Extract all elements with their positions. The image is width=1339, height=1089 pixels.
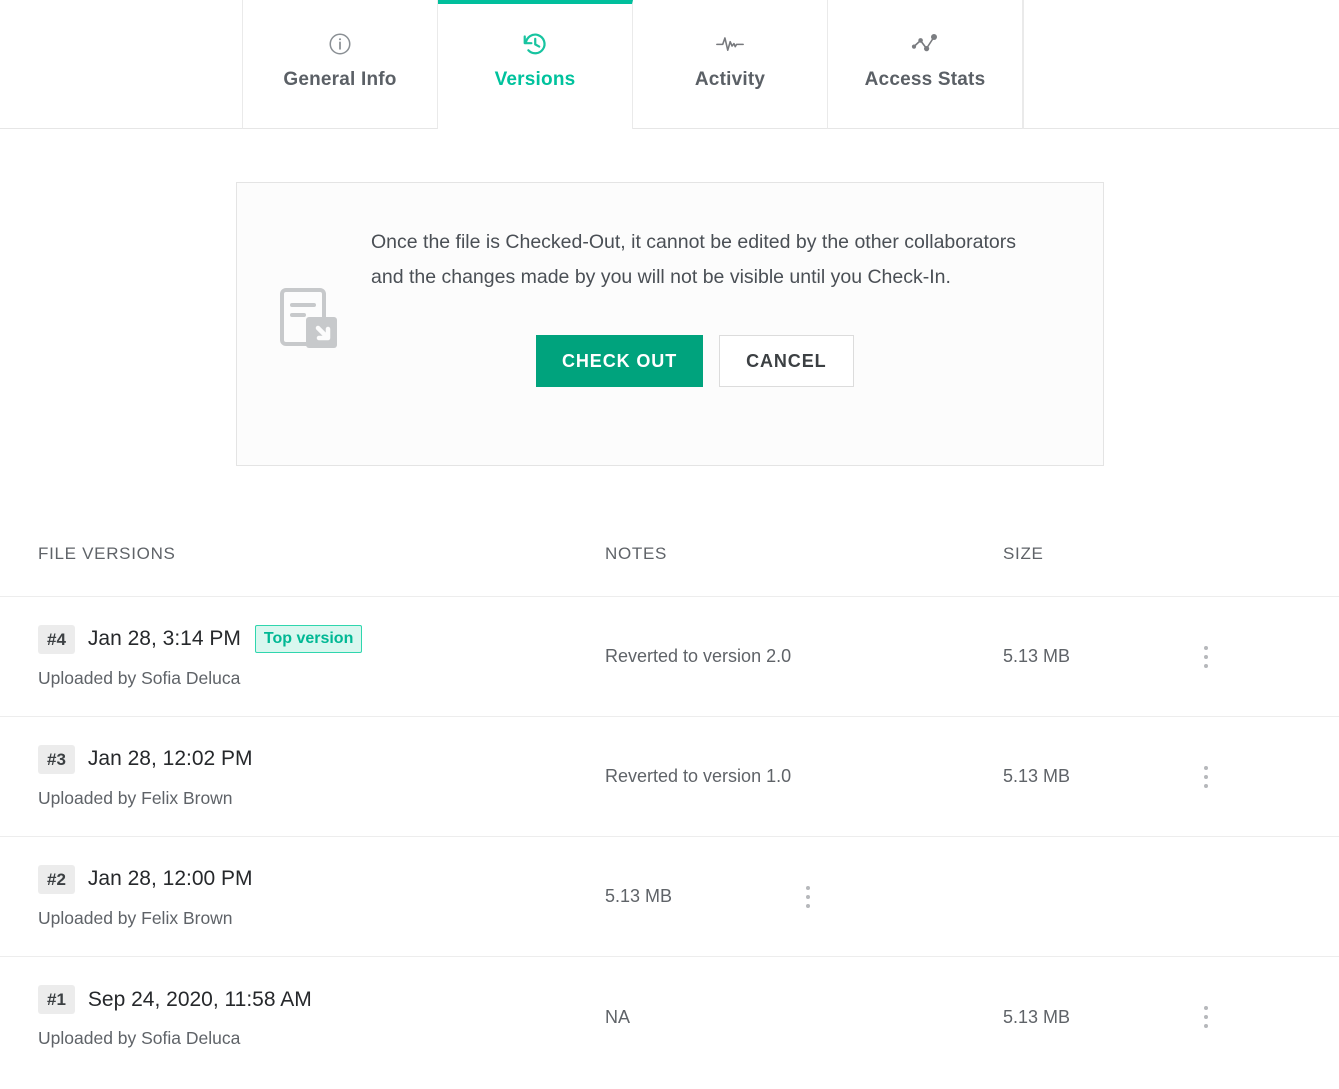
check-out-button[interactable]: CHECK OUT: [536, 335, 704, 387]
table-row[interactable]: #4 Jan 28, 3:14 PM Top version Uploaded …: [0, 597, 1339, 717]
more-vertical-icon[interactable]: [1193, 645, 1219, 668]
table-header-row: FILE VERSIONS NOTES SIZE: [0, 512, 1339, 597]
scatter-chart-icon: [910, 29, 940, 59]
tab-activity[interactable]: Activity: [633, 0, 828, 129]
info-circle-icon: [327, 29, 353, 59]
tab-activity-label: Activity: [694, 69, 766, 90]
history-restore-icon: [521, 29, 549, 59]
check-out-actions: CHECK OUT CANCEL: [371, 335, 1061, 387]
version-number: #2: [38, 864, 75, 894]
column-header-size: SIZE: [1003, 544, 1044, 563]
tab-versions[interactable]: Versions: [438, 0, 633, 129]
version-uploader: Uploaded by Felix Brown: [38, 907, 233, 928]
version-main-line: #3 Jan 28, 12:02 PM: [38, 744, 605, 774]
version-cell: #3 Jan 28, 12:02 PM Uploaded by Felix Br…: [0, 744, 605, 809]
table-row[interactable]: #2 Jan 28, 12:00 PM Uploaded by Felix Br…: [0, 837, 1339, 957]
top-version-badge: Top version: [254, 625, 363, 653]
version-notes: Reverted to version 1.0: [605, 766, 792, 786]
tab-bar-left-filler: [0, 0, 243, 129]
version-number: #1: [38, 985, 75, 1014]
version-uploader: Uploaded by Sofia Deluca: [38, 667, 241, 688]
check-out-body: Once the file is Checked-Out, it cannot …: [371, 225, 1061, 387]
more-vertical-icon[interactable]: [1193, 1006, 1219, 1028]
tab-bar-right-filler: [1023, 0, 1339, 129]
column-header-file-versions: FILE VERSIONS: [38, 544, 176, 563]
version-size: 5.13 MB: [1003, 766, 1071, 786]
version-size: 5.13 MB: [605, 886, 673, 906]
version-size: 5.13 MB: [1003, 646, 1071, 666]
tab-access-stats[interactable]: Access Stats: [828, 0, 1023, 129]
pulse-activity-icon: [715, 29, 745, 59]
more-vertical-icon[interactable]: [795, 885, 821, 908]
version-date: Jan 28, 12:00 PM: [87, 867, 253, 890]
tab-general-info[interactable]: General Info: [243, 0, 438, 129]
tab-general-info-label: General Info: [283, 69, 397, 90]
version-notes: NA: [605, 1006, 631, 1027]
column-header-notes: NOTES: [605, 544, 668, 563]
version-notes: Reverted to version 2.0: [605, 646, 792, 666]
version-cell: #2 Jan 28, 12:00 PM Uploaded by Felix Br…: [0, 864, 605, 929]
table-row[interactable]: #3 Jan 28, 12:02 PM Uploaded by Felix Br…: [0, 717, 1339, 837]
check-out-message: Once the file is Checked-Out, it cannot …: [371, 231, 1016, 288]
row-actions-cell: [1193, 765, 1339, 788]
version-cell: #1 Sep 24, 2020, 11:58 AM Uploaded by So…: [0, 985, 605, 1049]
check-out-panel: Once the file is Checked-Out, it cannot …: [236, 182, 1104, 466]
row-actions-cell: [1193, 645, 1339, 668]
table-row[interactable]: #1 Sep 24, 2020, 11:58 AM Uploaded by So…: [0, 957, 1339, 1077]
more-vertical-icon[interactable]: [1193, 765, 1219, 788]
version-number: #4: [38, 624, 75, 654]
tab-versions-label: Versions: [494, 69, 576, 90]
row-actions-cell: [795, 885, 1339, 908]
version-size: 5.13 MB: [1003, 1006, 1071, 1027]
version-date: Jan 28, 12:02 PM: [87, 747, 253, 770]
cancel-button[interactable]: CANCEL: [719, 335, 854, 387]
version-main-line: #1 Sep 24, 2020, 11:58 AM: [38, 985, 605, 1014]
version-cell: #4 Jan 28, 3:14 PM Top version Uploaded …: [0, 624, 605, 689]
version-main-line: #4 Jan 28, 3:14 PM Top version: [38, 624, 605, 654]
version-date: Jan 28, 3:14 PM: [87, 627, 241, 650]
document-check-out-icon: [273, 283, 345, 360]
tab-access-stats-label: Access Stats: [864, 69, 986, 90]
row-actions-cell: [1193, 1006, 1339, 1028]
file-versions-table: FILE VERSIONS NOTES SIZE #4 Jan 28, 3:14…: [0, 512, 1339, 1077]
version-number: #3: [38, 744, 75, 774]
version-date: Sep 24, 2020, 11:58 AM: [87, 987, 312, 1011]
tab-bar: General Info Versions Activity Access St…: [0, 0, 1339, 129]
version-main-line: #2 Jan 28, 12:00 PM: [38, 864, 605, 894]
version-uploader: Uploaded by Felix Brown: [38, 787, 233, 808]
versions-panel: General Info Versions Activity Access St…: [0, 0, 1339, 1089]
version-uploader: Uploaded by Sofia Deluca: [38, 1028, 241, 1048]
